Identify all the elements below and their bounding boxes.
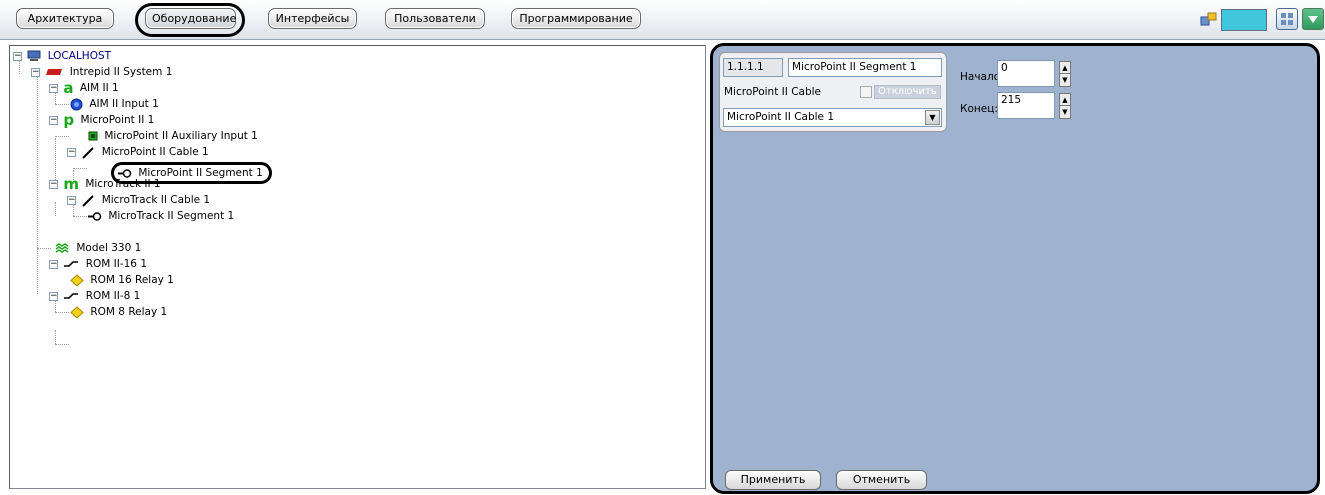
tree-item-label: AIM II 1 <box>79 82 119 94</box>
tree-item-microtrack-cable[interactable]: − MicroTrack II Cable 1 <box>67 192 210 208</box>
tree-item-rom-16-relay[interactable]: ROM 16 Relay 1 <box>70 272 174 288</box>
layout-grid-button[interactable] <box>1276 8 1298 30</box>
tab-programming[interactable]: Программирование <box>511 8 641 29</box>
collapse-icon[interactable]: − <box>31 67 40 77</box>
tab-users[interactable]: Пользователи <box>385 8 485 29</box>
highlight-ring <box>135 3 245 37</box>
tree-item-label: MicroTrack II Cable 1 <box>101 194 211 206</box>
tree-item-label: Model 330 1 <box>76 242 142 254</box>
tree-item-aim[interactable]: − a AIM II 1 <box>49 80 119 96</box>
blue-circle-icon <box>70 98 83 110</box>
tree-item-model-330[interactable]: Model 330 1 <box>55 240 141 256</box>
tree-item-label: MicroPoint II Cable 1 <box>101 146 209 158</box>
letter-a-icon: a <box>63 79 74 97</box>
tree-item-label: MicroPoint II 1 <box>80 114 155 126</box>
tree-item-aim-input[interactable]: AIM II Input 1 <box>70 96 159 112</box>
menu-dropdown-button[interactable] <box>1302 8 1324 30</box>
relay-module-icon <box>64 292 79 299</box>
status-indicator[interactable] <box>1221 9 1267 31</box>
letter-m-icon: m <box>63 175 79 193</box>
tree-item-label: ROM II-16 1 <box>85 258 148 270</box>
tree-item-label: LOCALHOST <box>47 50 112 62</box>
tree-item-label: ROM 8 Relay 1 <box>90 306 168 318</box>
tree-item-label: Intrepid II System 1 <box>69 66 173 78</box>
tree-item-intrepid-system[interactable]: − Intrepid II System 1 <box>31 64 172 80</box>
collapse-icon[interactable]: − <box>49 179 58 189</box>
tree-item-micropoint-cable[interactable]: − MicroPoint II Cable 1 <box>67 144 209 160</box>
relay-module-icon <box>64 260 79 267</box>
segment-icon <box>88 211 102 221</box>
green-square-icon <box>88 131 98 141</box>
yellow-diamond-icon <box>70 273 84 287</box>
wave-icon <box>55 242 69 253</box>
collapse-icon[interactable]: − <box>67 195 76 205</box>
selection-highlight-ring <box>111 162 272 184</box>
hardware-tree: − LOCALHOST − Intrepid II System 1 − a A… <box>9 45 706 489</box>
collapse-icon[interactable]: − <box>49 83 58 93</box>
collapse-icon[interactable]: − <box>49 291 58 301</box>
chevron-down-icon <box>1308 16 1318 23</box>
settings-highlight-ring <box>710 43 1320 494</box>
tab-interfaces[interactable]: Интерфейсы <box>268 8 357 29</box>
collapse-icon[interactable]: − <box>67 147 76 157</box>
grid-icon <box>1281 13 1293 25</box>
collapse-icon[interactable]: − <box>13 51 22 61</box>
tree-item-micropoint[interactable]: − p MicroPoint II 1 <box>49 112 154 128</box>
tree-item-label: MicroPoint II Auxiliary Input 1 <box>104 130 258 142</box>
computer-icon <box>27 50 41 61</box>
collapse-icon[interactable]: − <box>49 259 58 269</box>
tree-item-localhost[interactable]: − LOCALHOST <box>13 48 111 64</box>
tree-item-microtrack-segment[interactable]: MicroTrack II Segment 1 <box>88 208 234 224</box>
tree-item-label: ROM II-8 1 <box>85 290 141 302</box>
tree-item-rom-ii-16[interactable]: − ROM II-16 1 <box>49 256 147 272</box>
tree-item-rom-ii-8[interactable]: − ROM II-8 1 <box>49 288 140 304</box>
collapse-icon[interactable]: − <box>49 115 58 125</box>
tree-item-auxiliary-input[interactable]: MicroPoint II Auxiliary Input 1 <box>88 128 258 144</box>
tree-item-label: AIM II Input 1 <box>89 98 159 110</box>
cable-icon <box>82 194 95 207</box>
letter-p-icon: p <box>63 111 75 129</box>
yellow-diamond-icon <box>70 305 84 319</box>
tree-item-label: ROM 16 Relay 1 <box>90 274 174 286</box>
network-icon[interactable] <box>1200 12 1217 26</box>
top-toolbar: Архитектура Оборудование Интерфейсы Поль… <box>0 0 1325 40</box>
intrepid-system-icon <box>46 69 63 75</box>
cable-icon <box>82 146 95 159</box>
tree-item-rom-8-relay[interactable]: ROM 8 Relay 1 <box>70 304 167 320</box>
tab-architecture[interactable]: Архитектура <box>16 8 114 29</box>
tree-item-label: MicroTrack II Segment 1 <box>108 210 235 222</box>
